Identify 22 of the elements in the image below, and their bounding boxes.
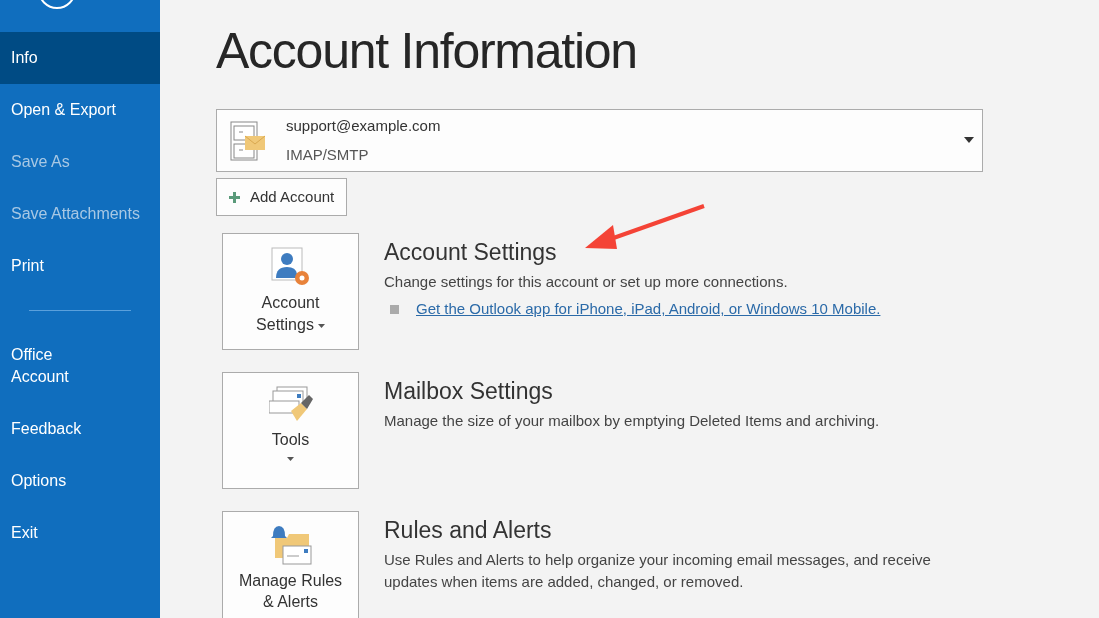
section-description: Manage the size of your mailbox by emptying Deleted Items and archiving. [384, 411, 881, 431]
section-button[interactable]: Account Settings [222, 233, 359, 350]
sidebar-item[interactable]: Options [0, 455, 160, 507]
section-title: Rules and Alerts [384, 516, 553, 545]
sidebar-item[interactable]: Exit [0, 507, 160, 559]
section-button[interactable]: Tools [222, 372, 359, 489]
account-email: support@example.com [286, 116, 441, 136]
section-title: Mailbox Settings [384, 377, 554, 406]
section-title: Account Settings [384, 238, 558, 267]
sidebar-item[interactable]: Open & Export [0, 84, 160, 136]
page-title: Account Information [216, 26, 638, 76]
sidebar-item[interactable]: Print [0, 240, 160, 292]
account-dropdown[interactable]: support@example.com IMAP/SMTP [216, 109, 983, 172]
sidebar-item[interactable]: Office Account [0, 329, 160, 403]
section-description: Change settings for this account or set up more connections. [384, 272, 789, 292]
section-button[interactable]: Manage Rules & Alerts [222, 511, 359, 618]
sidebar-item[interactable]: Feedback [0, 403, 160, 455]
section-description: Use Rules and Alerts to help organize your incoming email messages, and receive updates when items are added, changed, or removed. [384, 550, 932, 592]
account-type: IMAP/SMTP [286, 144, 370, 165]
outlook-app-link[interactable]: Get the Outlook app for iPhone, iPad, Android, or Windows 10 Mobile. [416, 298, 881, 321]
add-account-button[interactable]: Add Account [216, 178, 348, 216]
sidebar-item[interactable]: Info [0, 32, 160, 84]
